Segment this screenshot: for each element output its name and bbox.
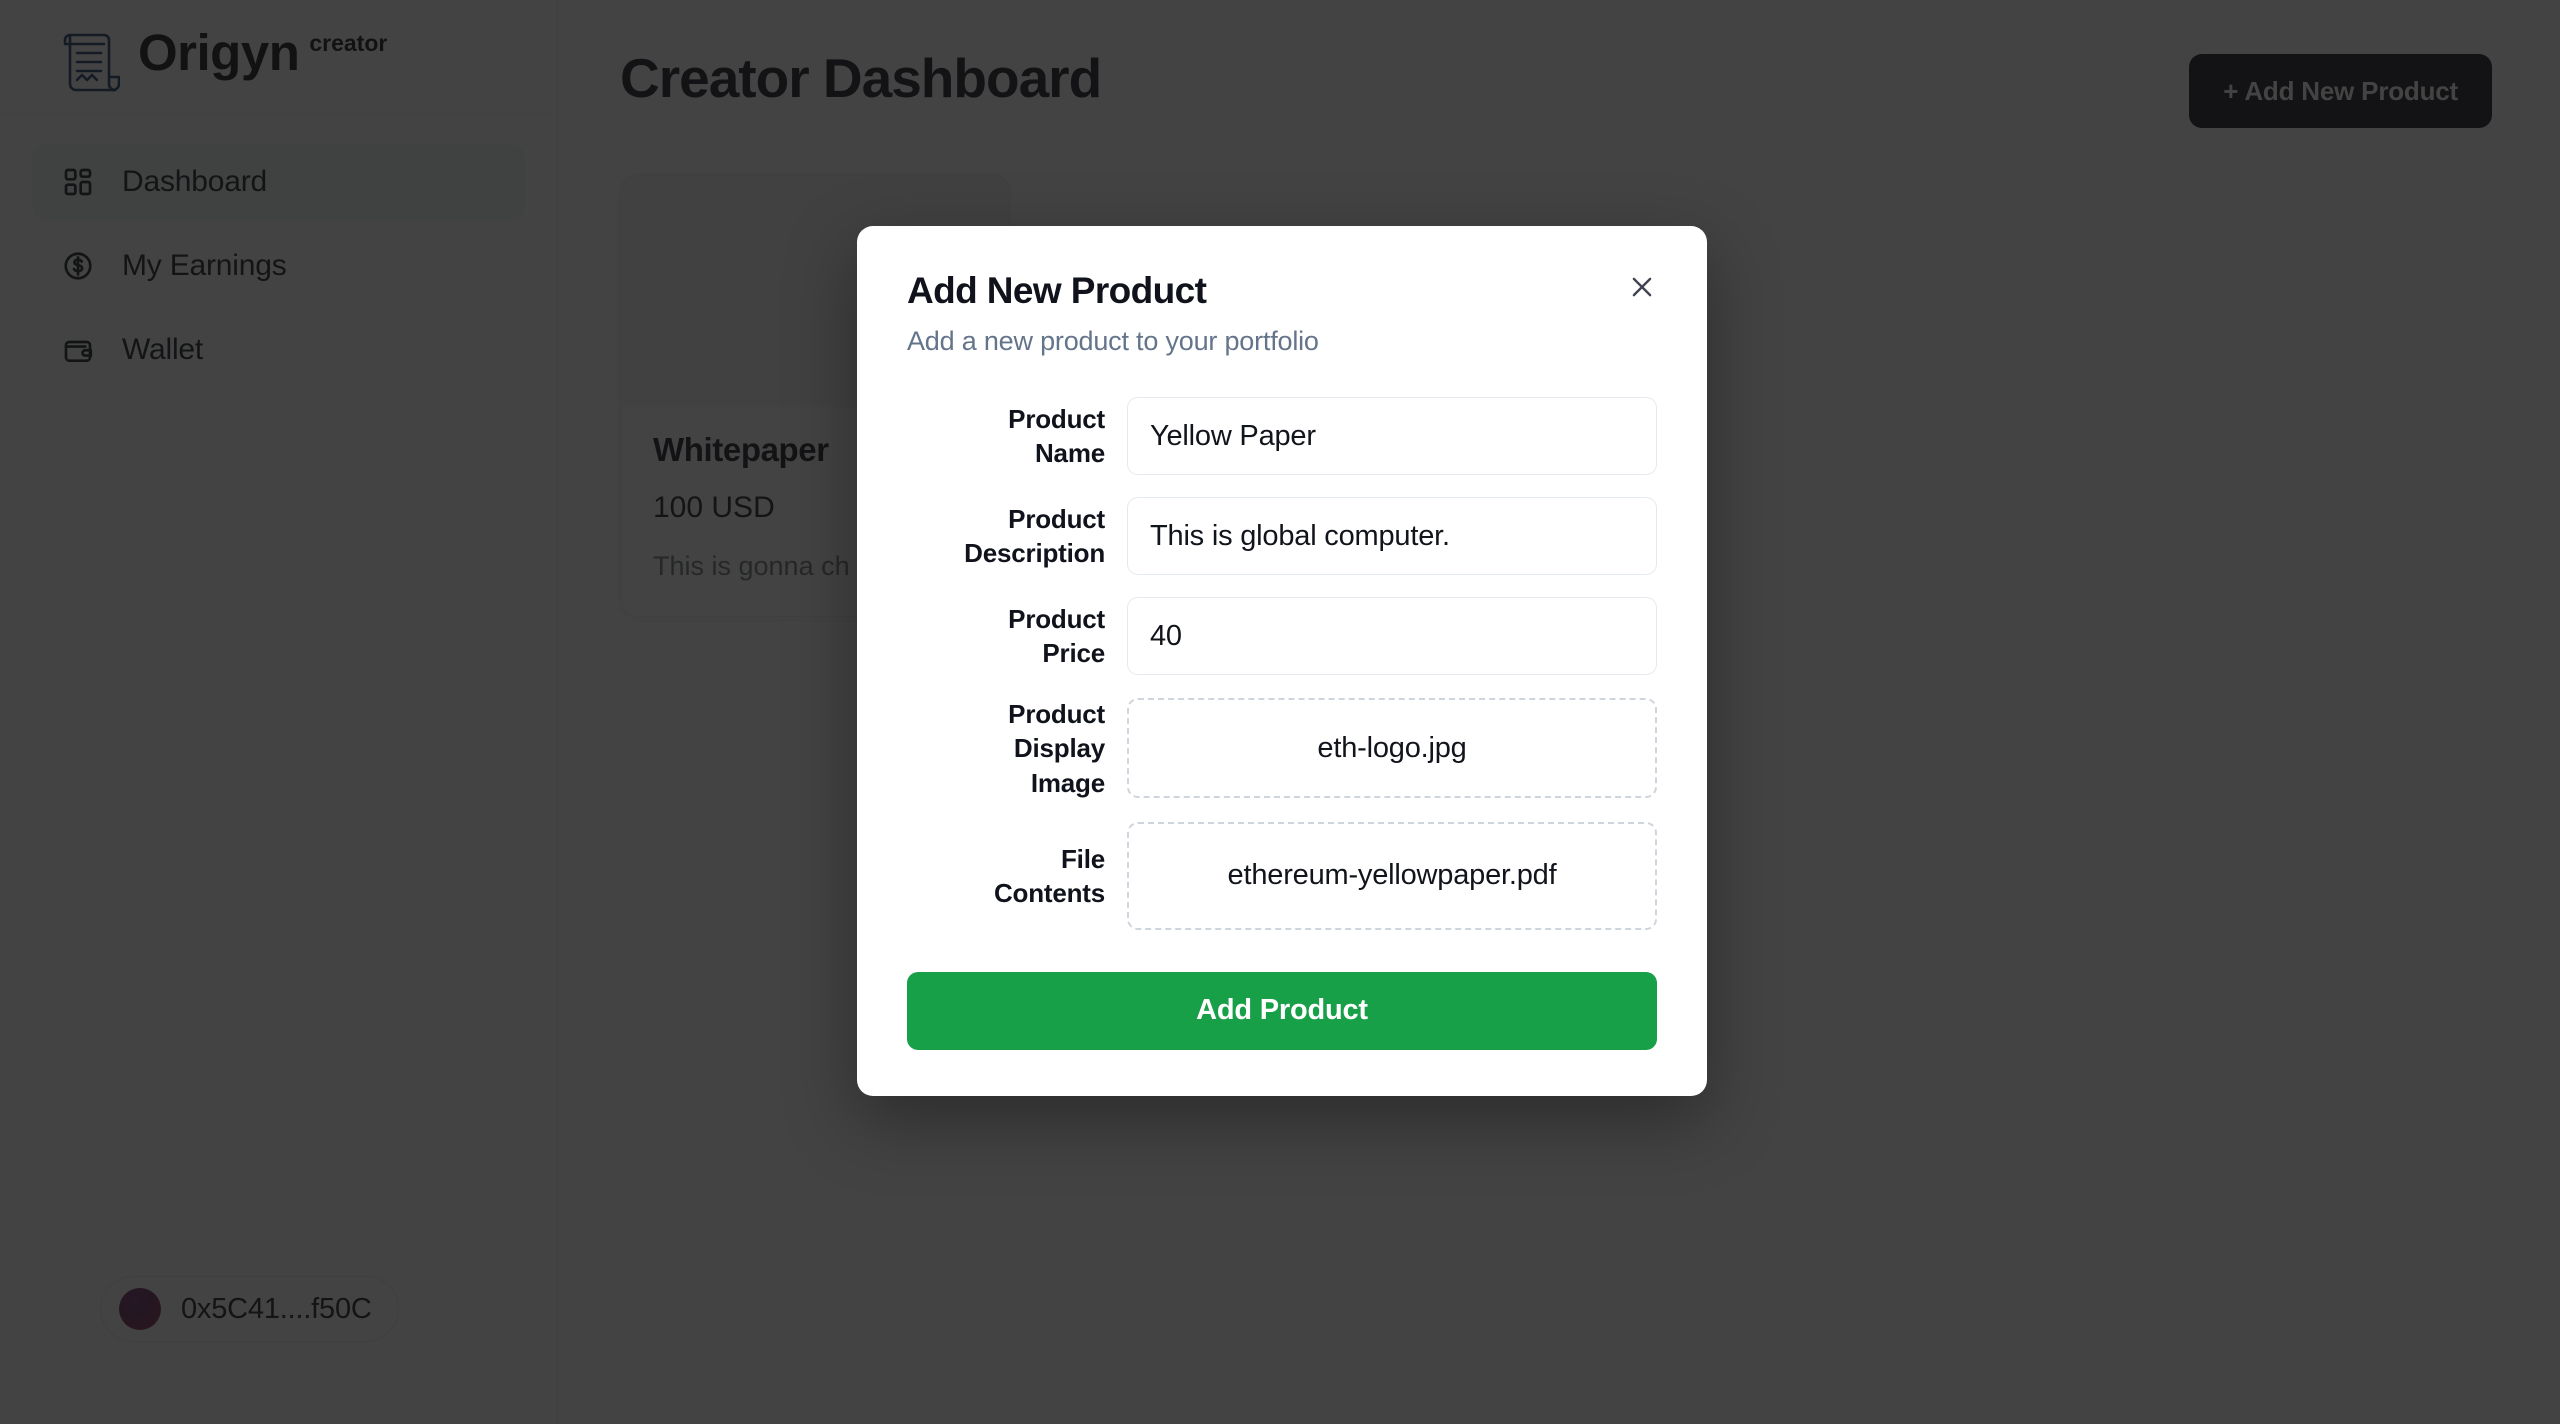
file-contents-dropzone[interactable]: ethereum-yellowpaper.pdf: [1127, 821, 1657, 930]
form-row-product-description: Product Description: [907, 497, 1657, 575]
form-row-file-contents: File Contents ethereum-yellowpaper.pdf: [907, 821, 1657, 930]
product-display-image-label: Product Display Image: [1008, 699, 1105, 798]
add-product-form: ProductName ProductDescription ProductPr…: [907, 397, 1657, 1050]
modal-title: Add New Product: [907, 270, 1207, 311]
form-row-product-name: Product Name: [907, 397, 1657, 475]
product-name-input[interactable]: [1127, 397, 1657, 475]
modal-header: Add New Product Add a new product to you…: [907, 270, 1657, 357]
add-new-product-modal: Add New Product Add a new product to you…: [857, 226, 1707, 1096]
product-price-input[interactable]: [1127, 597, 1657, 675]
form-row-product-price: Product Price: [907, 597, 1657, 675]
modal-subtitle: Add a new product to your portfolio: [907, 326, 1319, 356]
product-description-label: Product Description: [964, 503, 1105, 568]
product-price-label: Product Price: [1008, 603, 1105, 668]
file-contents-label: File Contents: [993, 843, 1105, 908]
form-row-product-display-image: Product Display Image eth-logo.jpg: [907, 697, 1657, 800]
close-icon[interactable]: [1619, 264, 1665, 310]
add-product-submit-button[interactable]: Add Product: [907, 971, 1657, 1050]
product-display-image-dropzone[interactable]: eth-logo.jpg: [1127, 698, 1657, 799]
product-description-input[interactable]: [1127, 497, 1657, 575]
product-name-label: Product Name: [1008, 403, 1105, 468]
